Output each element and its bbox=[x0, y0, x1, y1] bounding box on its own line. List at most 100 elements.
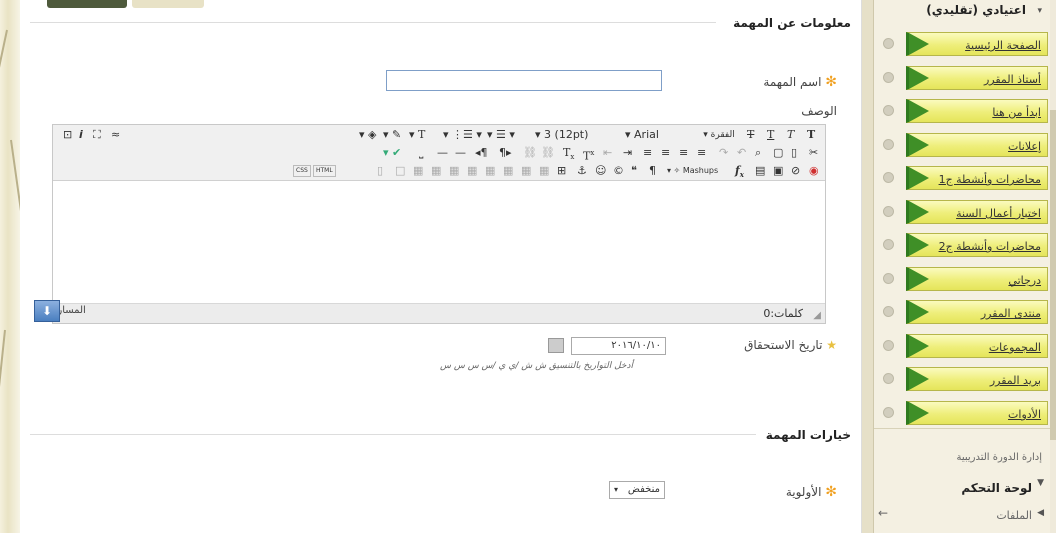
control-panel-heading[interactable]: لوحة التحكم bbox=[961, 481, 1032, 495]
align-left-icon[interactable]: ≡ bbox=[643, 145, 652, 161]
collapsed-triangle-icon[interactable]: ◀ bbox=[1037, 508, 1044, 518]
spellcheck-toggle-icon[interactable]: ▾ ✔ bbox=[383, 145, 401, 161]
numbered-list-icon[interactable]: ▾ ⋮☰ ▾ bbox=[443, 127, 482, 143]
image-icon[interactable]: ▣ bbox=[773, 163, 783, 179]
table-merge-icon[interactable]: ▦ bbox=[485, 163, 495, 179]
html-button[interactable]: HTML bbox=[313, 165, 336, 177]
table-split-icon[interactable]: ▦ bbox=[467, 163, 477, 179]
collapse-toolbar-icon[interactable]: ≈ bbox=[111, 127, 120, 143]
table-col-icon[interactable]: ▦ bbox=[521, 163, 531, 179]
table-grid-icon[interactable]: ▯ bbox=[377, 163, 383, 179]
sidebar-nav-item[interactable]: الصفحة الرئيسية bbox=[906, 32, 1048, 56]
spellcheck-icon[interactable]: ⊡ bbox=[63, 127, 72, 143]
table-icon[interactable]: ⊞ bbox=[557, 163, 566, 179]
underline-icon[interactable]: T bbox=[767, 127, 774, 143]
editor-text-area[interactable] bbox=[53, 182, 825, 304]
align-center-icon[interactable]: ≡ bbox=[661, 145, 670, 161]
table-delete-icon[interactable]: ▦ bbox=[449, 163, 459, 179]
eraser-icon[interactable]: ▾ ◈ bbox=[359, 127, 376, 143]
font-select[interactable]: ▾ Arial bbox=[625, 127, 691, 143]
nav-item-toggle-icon[interactable] bbox=[883, 306, 894, 317]
highlight-icon[interactable]: ▾ ✎ bbox=[383, 127, 401, 143]
bullet-list-icon[interactable]: ▾ ☰ ▾ bbox=[487, 127, 515, 143]
nav-item-toggle-icon[interactable] bbox=[883, 273, 894, 284]
table-props-icon[interactable]: ▦ bbox=[431, 163, 441, 179]
undo-icon[interactable]: ↶ bbox=[737, 145, 746, 161]
sidebar-nav-item[interactable]: الأدوات bbox=[906, 401, 1048, 425]
fullscreen-icon[interactable]: ⛶ bbox=[93, 127, 101, 143]
left-arrow-icon[interactable]: ← bbox=[878, 506, 888, 520]
table-insert-icon[interactable]: ▦ bbox=[413, 163, 423, 179]
nav-item-toggle-icon[interactable] bbox=[883, 172, 894, 183]
indent-icon[interactable]: ⇥ bbox=[623, 145, 632, 161]
task-name-input[interactable] bbox=[386, 70, 662, 91]
nav-item-toggle-icon[interactable] bbox=[883, 38, 894, 49]
collapse-triangle-icon[interactable]: ▾ bbox=[1037, 6, 1042, 16]
math-formula-icon[interactable]: fx bbox=[735, 163, 744, 183]
info-icon[interactable]: i bbox=[79, 127, 83, 143]
sidebar-nav-item[interactable]: محاضرات وأنشطة ج1 bbox=[906, 166, 1048, 190]
align-justify-icon[interactable]: ≡ bbox=[697, 145, 706, 161]
copy-icon[interactable]: ▯ bbox=[791, 145, 797, 161]
description-editor[interactable]: T T T T الفقرة ▾ ▾ Arial ▾ 3 (12pt) ▾ ☰ … bbox=[52, 124, 826, 324]
link-icon[interactable]: ⛓ bbox=[541, 145, 555, 161]
find-icon[interactable]: ⌕ bbox=[755, 145, 761, 161]
expand-editor-icon[interactable]: ⬇ bbox=[34, 300, 60, 322]
nav-item-toggle-icon[interactable] bbox=[883, 105, 894, 116]
sidebar-nav-item[interactable]: إعلانات bbox=[906, 133, 1048, 157]
copyright-icon[interactable]: © bbox=[613, 163, 624, 179]
nav-item-toggle-icon[interactable] bbox=[883, 206, 894, 217]
sidebar-nav-item[interactable]: أستاذ المقرر bbox=[906, 66, 1048, 90]
course-menu-title[interactable]: اعتيادي (تقليدي) bbox=[926, 3, 1026, 17]
sidebar-nav-item[interactable]: ابدأ من هنا bbox=[906, 99, 1048, 123]
horizontal-rule-icon[interactable]: — bbox=[455, 145, 466, 161]
due-date-input[interactable]: ٢٠١٦/١٠/١٠ bbox=[571, 337, 666, 355]
quote-icon[interactable]: ❝ bbox=[631, 163, 637, 179]
emoticon-icon[interactable]: ☺ bbox=[595, 163, 606, 179]
sidebar-nav-item[interactable]: محاضرات وأنشطة ج2 bbox=[906, 233, 1048, 257]
expand-triangle-icon[interactable]: ▼ bbox=[1037, 478, 1044, 488]
nonbreaking-space-icon[interactable]: ⎵ bbox=[419, 145, 423, 161]
pilcrow-icon[interactable]: ¶ bbox=[649, 163, 656, 179]
outdent-icon[interactable]: ⇤ bbox=[603, 145, 612, 161]
table-cell-icon[interactable]: ▦ bbox=[503, 163, 513, 179]
top-tab-dark[interactable] bbox=[47, 0, 127, 8]
rtl-icon[interactable]: ◂¶ bbox=[475, 145, 488, 161]
cut-icon[interactable]: ✂ bbox=[809, 145, 818, 161]
redo-icon[interactable]: ↷ bbox=[719, 145, 728, 161]
font-color-icon[interactable]: ▾ T bbox=[409, 127, 425, 143]
resize-handle-icon[interactable]: ◢ bbox=[813, 308, 821, 324]
paragraph-select[interactable]: الفقرة ▾ bbox=[699, 127, 739, 143]
css-button[interactable]: CSS bbox=[293, 165, 311, 177]
scrollbar-thumb[interactable] bbox=[1050, 110, 1056, 440]
nav-item-toggle-icon[interactable] bbox=[883, 239, 894, 250]
ltr-icon[interactable]: ¶▸ bbox=[499, 145, 512, 161]
media-icon[interactable]: ▤ bbox=[755, 163, 765, 179]
anchor-icon[interactable]: ⚓ bbox=[577, 163, 587, 179]
nav-item-toggle-icon[interactable] bbox=[883, 72, 894, 83]
table-border-icon[interactable]: □ bbox=[395, 163, 405, 179]
sidebar-nav-item[interactable]: بريد المقرر bbox=[906, 367, 1048, 391]
sidebar-nav-item[interactable]: درجاتي bbox=[906, 267, 1048, 291]
italic-icon[interactable]: T bbox=[787, 127, 794, 143]
sidebar-nav-item[interactable]: اختبار أعمال السنة bbox=[906, 200, 1048, 224]
sidebar-nav-item[interactable]: منتدى المقرر bbox=[906, 300, 1048, 324]
size-select[interactable]: ▾ 3 (12pt) bbox=[535, 127, 605, 143]
line-icon[interactable]: — bbox=[437, 145, 448, 161]
calendar-icon[interactable] bbox=[548, 338, 564, 353]
sidebar-scrollbar[interactable] bbox=[1050, 0, 1056, 533]
table-row-icon[interactable]: ▦ bbox=[539, 163, 549, 179]
top-tab-light[interactable] bbox=[132, 0, 204, 8]
priority-select[interactable]: منخفض ▾ bbox=[609, 481, 665, 499]
attach-icon[interactable]: ⊘ bbox=[791, 163, 800, 179]
paste-icon[interactable]: ▢ bbox=[773, 145, 783, 161]
superscript-icon[interactable]: Tx bbox=[583, 145, 594, 165]
sidebar-nav-item[interactable]: المجموعات bbox=[906, 334, 1048, 358]
nav-item-toggle-icon[interactable] bbox=[883, 139, 894, 150]
strikethrough-icon[interactable]: T bbox=[747, 127, 754, 143]
mashups-button[interactable]: ▾ ✧ Mashups bbox=[667, 163, 729, 179]
align-right-icon[interactable]: ≡ bbox=[679, 145, 688, 161]
bold-icon[interactable]: T bbox=[807, 127, 815, 143]
files-menu-item[interactable]: الملفات bbox=[996, 509, 1032, 522]
nav-item-toggle-icon[interactable] bbox=[883, 373, 894, 384]
